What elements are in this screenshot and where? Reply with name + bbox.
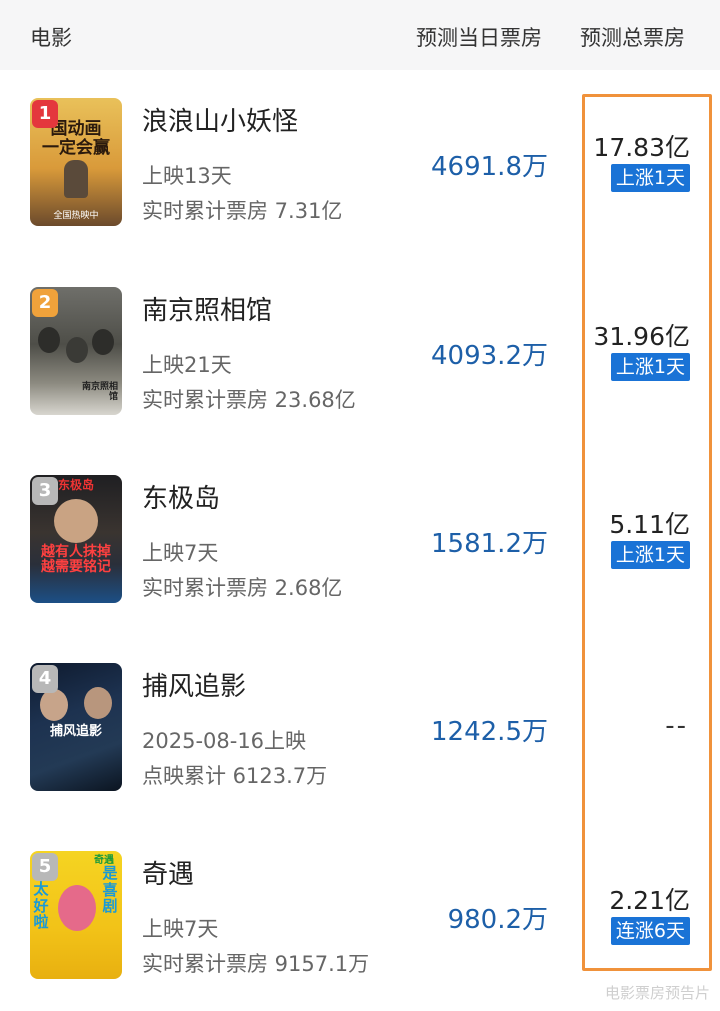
trend-badge: 上涨1天 xyxy=(610,164,690,192)
daily-forecast-value: 1581.2万 xyxy=(431,529,548,559)
release-info: 上映7天 xyxy=(142,917,219,941)
rank-badge: 2 xyxy=(32,289,58,317)
daily-forecast-value: 4093.2万 xyxy=(431,341,548,371)
movie-poster[interactable]: 东极岛 越有人抹掉 越需要铭记 3 xyxy=(30,475,122,603)
rank-badge: 3 xyxy=(32,477,58,505)
poster-face xyxy=(40,689,68,721)
total-forecast-value: 5.11亿 xyxy=(609,510,690,539)
movie-row[interactable]: 东极岛 越有人抹掉 越需要铭记 3 东极岛 上映7天 实时累计票房 2.68亿 … xyxy=(0,475,720,615)
movie-poster[interactable]: 南京照相馆 2 xyxy=(30,287,122,415)
poster-caption: 越有人抹掉 越需要铭记 xyxy=(41,544,111,576)
movie-row[interactable]: 南京照相馆 2 南京照相馆 上映21天 实时累计票房 23.68亿 4093.2… xyxy=(0,287,720,427)
cumulative-box-office: 实时累计票房 7.31亿 xyxy=(142,199,343,223)
preview-box-office: 点映累计 6123.7万 xyxy=(142,764,328,788)
release-info: 上映13天 xyxy=(142,164,232,188)
total-forecast-value: -- xyxy=(665,711,688,741)
movie-title[interactable]: 东极岛 xyxy=(142,478,220,515)
poster-figure xyxy=(66,337,88,363)
movie-row[interactable]: 国动画 一定会赢 全国热映中 1 浪浪山小妖怪 上映13天 实时累计票房 7.3… xyxy=(0,98,720,238)
movie-row[interactable]: 奇遇 太好啦 是喜剧 5 奇遇 上映7天 实时累计票房 9157.1万 980.… xyxy=(0,851,720,991)
movie-poster[interactable]: 奇遇 太好啦 是喜剧 5 xyxy=(30,851,122,979)
movie-title[interactable]: 捕风追影 xyxy=(142,666,246,703)
poster-caption: 南京照相馆 xyxy=(81,382,118,403)
release-info: 上映21天 xyxy=(142,353,232,377)
trend-badge: 连涨6天 xyxy=(610,917,690,945)
poster-text-left: 太好啦 xyxy=(33,880,49,931)
poster-face xyxy=(54,499,98,543)
cumulative-box-office: 实时累计票房 2.68亿 xyxy=(142,576,343,600)
poster-face xyxy=(84,687,112,719)
cumulative-box-office: 实时累计票房 9157.1万 xyxy=(142,952,370,976)
movie-title[interactable]: 浪浪山小妖怪 xyxy=(142,101,298,138)
release-info: 上映7天 xyxy=(142,541,219,565)
total-forecast-value: 31.96亿 xyxy=(593,322,690,351)
column-header-total-forecast[interactable]: 预测总票房 xyxy=(580,22,685,52)
rank-badge: 1 xyxy=(32,100,58,128)
trend-badge: 上涨1天 xyxy=(610,353,690,381)
watermark: 电影票房预告片 xyxy=(604,984,710,1002)
poster-character xyxy=(64,160,88,198)
movie-title[interactable]: 南京照相馆 xyxy=(142,290,272,327)
column-header-daily-forecast[interactable]: 预测当日票房 xyxy=(416,22,542,52)
cumulative-box-office: 实时累计票房 23.68亿 xyxy=(142,388,356,412)
poster-caption: 捕风追影 xyxy=(49,724,102,739)
poster-text-right: 是喜剧 xyxy=(102,864,118,915)
movie-poster[interactable]: 捕风追影 4 xyxy=(30,663,122,791)
table-header: 电影 预测当日票房 预测总票房 xyxy=(0,0,720,70)
daily-forecast-value: 980.2万 xyxy=(447,905,548,935)
daily-forecast-value: 4691.8万 xyxy=(431,152,548,182)
movie-row[interactable]: 捕风追影 4 捕风追影 2025-08-16上映 点映累计 6123.7万 12… xyxy=(0,663,720,803)
daily-forecast-value: 1242.5万 xyxy=(431,717,548,747)
poster-figure xyxy=(92,329,114,355)
total-forecast-value: 2.21亿 xyxy=(609,886,690,915)
release-info: 2025-08-16上映 xyxy=(142,729,307,753)
total-forecast-value: 17.83亿 xyxy=(593,133,690,162)
poster-face xyxy=(58,885,96,931)
rank-badge: 5 xyxy=(32,853,58,881)
movie-title[interactable]: 奇遇 xyxy=(142,854,194,891)
poster-footer: 全国热映中 xyxy=(53,211,99,222)
poster-figure xyxy=(38,327,60,353)
column-header-movie: 电影 xyxy=(30,26,72,50)
movie-poster[interactable]: 国动画 一定会赢 全国热映中 1 xyxy=(30,98,122,226)
trend-badge: 上涨1天 xyxy=(610,541,690,569)
rank-badge: 4 xyxy=(32,665,58,693)
